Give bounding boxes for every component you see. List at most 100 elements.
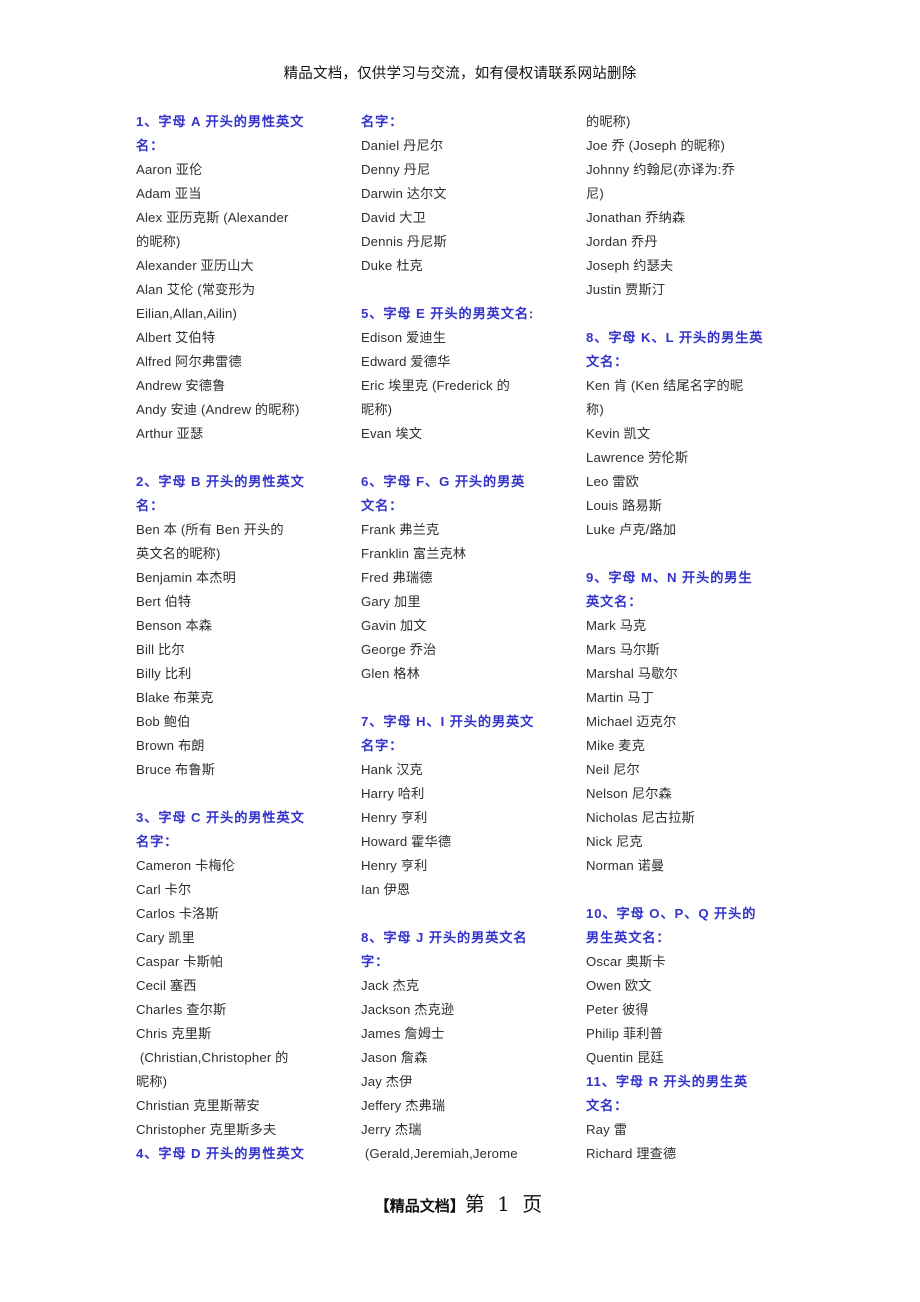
name-entry-line: James 詹姆士 xyxy=(361,1026,445,1041)
name-entry-line: Denny 丹尼 xyxy=(361,162,431,177)
name-entry-line: Chris 克里斯 xyxy=(136,1026,212,1041)
name-entry-line: Henry 亨利 xyxy=(361,858,428,873)
name-entry-line: David 大卫 xyxy=(361,210,426,225)
section-heading-line: 名： xyxy=(136,138,165,153)
name-entry-line: Duke 杜克 xyxy=(361,258,423,273)
name-entry-line: Cecil 塞西 xyxy=(136,978,197,993)
name-entry-line: Eilian,Allan,Ailin) xyxy=(136,306,238,321)
name-entry-line: Gavin 加文 xyxy=(361,618,427,633)
section-heading-line: 字： xyxy=(361,954,390,969)
name-entry-line: Darwin 达尔文 xyxy=(361,186,447,201)
name-entry-line: Norman 诺曼 xyxy=(586,858,665,873)
name-entry-line: Jackson 杰克逊 xyxy=(361,1002,455,1017)
name-entry-line: Blake 布莱克 xyxy=(136,690,214,705)
name-entry-line: Benjamin 本杰明 xyxy=(136,570,237,585)
name-entry-line: Mars 马尔斯 xyxy=(586,642,660,657)
section-heading-line: 6、字母 F、G 开头的男英 xyxy=(361,474,526,489)
name-entry-line: 的昵称) xyxy=(136,234,181,249)
name-entry-line: Alfred 阿尔弗雷德 xyxy=(136,354,242,369)
name-entry-line: Kevin 凯文 xyxy=(586,426,651,441)
name-entry-line: Louis 路易斯 xyxy=(586,498,663,513)
name-entry-line: Brown 布朗 xyxy=(136,738,205,753)
section-heading-line: 8、字母 J 开头的男英文名 xyxy=(361,930,528,945)
section-heading-line: 文名： xyxy=(586,1098,629,1113)
section-heading-line: 文名： xyxy=(361,498,404,513)
name-entry-line: Charles 查尔斯 xyxy=(136,1002,227,1017)
section-heading-line: 7、字母 H、I 开头的男英文 xyxy=(361,714,535,729)
name-entry-line: Peter 彼得 xyxy=(586,1002,649,1017)
name-entry-line: Hank 汉克 xyxy=(361,762,423,777)
name-entry-line: Christian 克里斯蒂安 xyxy=(136,1098,260,1113)
name-entry-line: Mark 马克 xyxy=(586,618,647,633)
name-entry-line: Arthur 亚瑟 xyxy=(136,426,204,441)
name-entry-line: Joseph 约瑟夫 xyxy=(586,258,674,273)
name-entry-line: Ian 伊恩 xyxy=(361,882,411,897)
name-entry-line: Owen 欧文 xyxy=(586,978,652,993)
footer-label: 【精品文档】 xyxy=(374,1197,465,1215)
name-entry-line: Johnny 约翰尼(亦译为:乔 xyxy=(586,162,735,177)
document-page: 精品文档，仅供学习与交流，如有侵权请联系网站删除 1、字母 A 开头的男性英文名… xyxy=(0,0,920,1302)
name-entry-line: Billy 比利 xyxy=(136,666,192,681)
name-entry-line: Neil 尼尔 xyxy=(586,762,640,777)
name-entry-line: Cameron 卡梅伦 xyxy=(136,858,236,873)
section-heading-line: 3、字母 C 开头的男性英文 xyxy=(136,810,305,825)
name-entry-line: Nicholas 尼古拉斯 xyxy=(586,810,695,825)
name-entry-line: Martin 马丁 xyxy=(586,690,655,705)
name-entry-line: Alex 亚历克斯 (Alexander xyxy=(136,210,289,225)
name-entry-line: Ray 雷 xyxy=(586,1122,628,1137)
section-heading-line: 英文名： xyxy=(586,594,643,609)
name-entry-line: 的昵称) xyxy=(586,114,631,129)
document-header-notice: 精品文档，仅供学习与交流，如有侵权请联系网站删除 xyxy=(283,66,637,82)
name-entry-line: Jack 杰克 xyxy=(361,978,420,993)
name-entry-line: Joe 乔 (Joseph 的昵称) xyxy=(586,138,726,153)
name-entry-line: Adam 亚当 xyxy=(136,186,202,201)
section-heading-line: 名字： xyxy=(361,114,404,129)
name-entry-line: Carlos 卡洛斯 xyxy=(136,906,219,921)
name-entry-line: Jonathan 乔纳森 xyxy=(586,210,686,225)
name-entry-line: Quentin 昆廷 xyxy=(586,1050,664,1065)
name-entry-line: Ben 本 (所有 Ben 开头的 xyxy=(136,522,284,537)
section-heading-line: 名字： xyxy=(136,834,179,849)
name-entry-line: Gary 加里 xyxy=(361,594,421,609)
name-entry-line: Bruce 布鲁斯 xyxy=(136,762,216,777)
name-entry-line: Nelson 尼尔森 xyxy=(586,786,672,801)
footer-page-number: 第 1 页 xyxy=(464,1192,546,1216)
name-entry-line: Henry 亨利 xyxy=(361,810,428,825)
name-entry-line: Alan 艾伦 (常变形为 xyxy=(136,282,256,297)
name-entry-line: 尼) xyxy=(586,186,604,201)
name-entry-line: Leo 雷欧 xyxy=(586,474,639,489)
name-entry-line: Evan 埃文 xyxy=(361,426,423,441)
document-footer: 【精品文档】第 1 页 xyxy=(0,1188,920,1217)
name-entry-line: Bill 比尔 xyxy=(136,642,185,657)
name-entry-line: Caspar 卡斯帕 xyxy=(136,954,224,969)
section-heading-line: 2、字母 B 开头的男性英文 xyxy=(136,474,305,489)
name-entry-line: Nick 尼克 xyxy=(586,834,643,849)
name-entry-line: Jay 杰伊 xyxy=(361,1074,413,1089)
name-entry-line: Daniel 丹尼尔 xyxy=(361,138,444,153)
name-entry-line: Jerry 杰瑞 xyxy=(361,1122,422,1137)
name-entry-line: Jason 詹森 xyxy=(361,1050,428,1065)
name-entry-line: 英文名的昵称) xyxy=(136,546,221,561)
name-entry-line: Fred 弗瑞德 xyxy=(361,570,433,585)
name-entry-line: Bert 伯特 xyxy=(136,594,192,609)
name-entry-line: 昵称) xyxy=(361,402,393,417)
text-column-2: 名字： Daniel 丹尼尔 Denny 丹尼 Darwin 达尔文 David 大卫 D… xyxy=(361,110,557,1166)
section-heading-line: 9、字母 M、N 开头的男生 xyxy=(586,570,753,585)
name-entry-line: Bob 鲍伯 xyxy=(136,714,191,729)
text-column-3: 的昵称) Joe 乔 (Joseph 的昵称) Johnny 约翰尼(亦译为:乔 尼)… xyxy=(586,110,782,1166)
name-entry-line: Marshal 马歇尔 xyxy=(586,666,678,681)
name-entry-line: Albert 艾伯特 xyxy=(136,330,216,345)
name-entry-line: Richard 理查德 xyxy=(586,1146,677,1161)
name-entry-line: Justin 贾斯汀 xyxy=(586,282,666,297)
section-heading-line: 1、字母 A 开头的男性英文 xyxy=(136,114,305,129)
section-heading-line: 8、字母 K、L 开头的男生英 xyxy=(586,330,764,345)
name-entry-line: Andrew 安德鲁 xyxy=(136,378,226,393)
name-entry-line: Mike 麦克 xyxy=(586,738,645,753)
name-entry-line: Oscar 奥斯卡 xyxy=(586,954,666,969)
name-entry-line: Eric 埃里克 (Frederick 的 xyxy=(361,378,510,393)
